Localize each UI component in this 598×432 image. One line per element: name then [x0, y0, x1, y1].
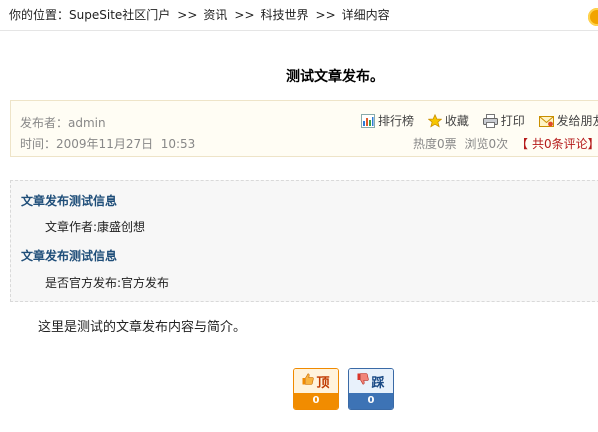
- field-title: 文章发布测试信息: [21, 249, 118, 263]
- breadcrumb-prefix: 你的位置：: [9, 8, 70, 22]
- bracket-close: 】: [588, 137, 598, 151]
- badge-icon: [588, 8, 598, 26]
- envelope-icon: [538, 115, 554, 132]
- breadcrumb-separator: >>: [315, 8, 336, 22]
- vote-down-label: 踩: [371, 375, 385, 391]
- vote-down-count: 0: [349, 393, 393, 409]
- breadcrumb-item-news[interactable]: 资讯: [203, 8, 227, 22]
- breadcrumb: 你的位置：SupeSite社区门户 >> 资讯 >> 科技世界 >> 详细内容: [0, 0, 598, 31]
- breadcrumb-item-tech[interactable]: 科技世界: [261, 8, 309, 22]
- vote-up-top: 顶: [294, 369, 338, 393]
- breadcrumb-item-current: 详细内容: [341, 8, 390, 22]
- vote-down-top: 踩: [349, 369, 393, 393]
- page-title: 测试文章发布。: [286, 69, 384, 85]
- star-icon: [427, 113, 443, 132]
- article-info-box: 发布者：admin 时间：2009年11月27日 10:53 排行榜 收藏 打印…: [10, 100, 598, 157]
- heat-count: 热度0票: [413, 137, 457, 151]
- comment-count: 【共0条评论】: [516, 137, 598, 151]
- favorite-label: 收藏: [444, 114, 469, 128]
- vote-up-count: 0: [294, 393, 338, 409]
- field-title: 文章发布测试信息: [21, 194, 118, 208]
- author-value: admin: [68, 116, 106, 130]
- article-meta: 发布者：admin 时间：2009年11月27日 10:53: [20, 113, 195, 155]
- article-toolbar: 排行榜 收藏 打印 发给朋: [361, 113, 598, 132]
- printer-icon: [482, 114, 498, 132]
- print-button[interactable]: 打印: [482, 113, 525, 132]
- vote-up-label: 顶: [316, 375, 330, 391]
- print-label: 打印: [500, 114, 525, 128]
- field-value: 是否官方发布:官方发布: [45, 276, 170, 290]
- view-count: 浏览0次: [464, 137, 509, 151]
- vote-down-button[interactable]: 踩 0: [348, 368, 394, 410]
- custom-fields-box: 文章发布测试信息 文章作者:康盛创想 文章发布测试信息 是否官方发布:官方发布: [10, 180, 598, 302]
- field-value: 文章作者:康盛创想: [45, 220, 146, 234]
- comment-link[interactable]: 共0条评论: [532, 137, 588, 151]
- time-label: 时间：: [20, 137, 57, 151]
- article-content: 这里是测试的文章发布内容与简介。: [38, 320, 247, 335]
- ranking-label: 排行榜: [378, 114, 415, 128]
- vote-up-button[interactable]: 顶 0: [293, 368, 339, 410]
- bracket-open: 【: [515, 137, 528, 151]
- time-value: 2009年11月27日 10:53: [56, 137, 196, 151]
- breadcrumb-separator: >>: [177, 8, 198, 22]
- article-stats: 热度0票 浏览0次 【共0条评论】: [413, 135, 598, 152]
- send-to-friend-label: 发给朋友: [556, 114, 598, 128]
- thumbs-down-icon: [357, 373, 370, 389]
- favorite-button[interactable]: 收藏: [427, 113, 469, 132]
- author-label: 发布者：: [20, 116, 69, 130]
- breadcrumb-item-home[interactable]: SupeSite社区门户: [69, 8, 170, 22]
- send-to-friend-button[interactable]: 发给朋友: [538, 113, 598, 132]
- ranking-button[interactable]: 排行榜: [361, 113, 414, 132]
- bar-chart-icon: [361, 114, 375, 132]
- breadcrumb-separator: >>: [234, 8, 255, 22]
- thumbs-up-icon: [302, 373, 315, 389]
